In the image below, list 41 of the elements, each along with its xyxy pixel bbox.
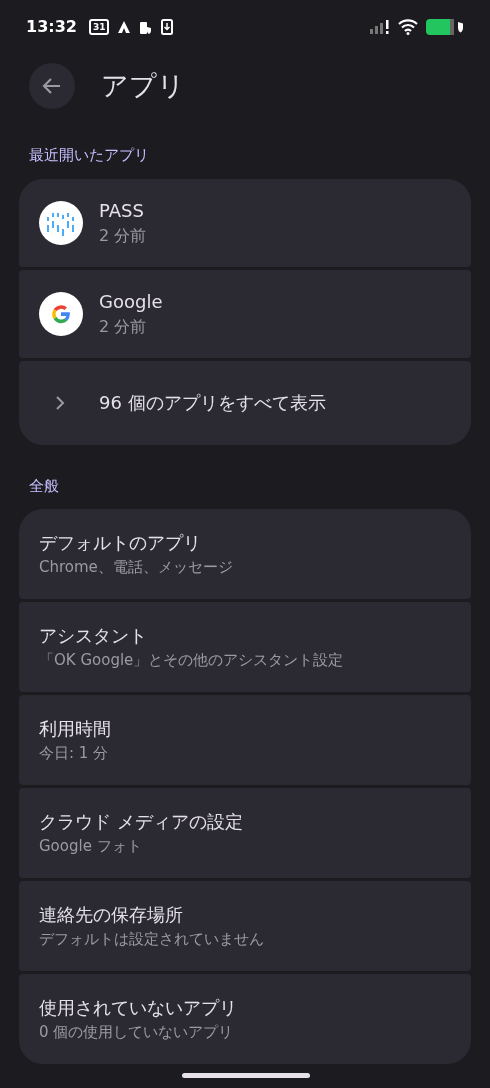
- settings-item[interactable]: アシスタント 「OK Google」とその他のアシスタント設定: [19, 602, 471, 692]
- setting-summary: 「OK Google」とその他のアシスタント設定: [39, 650, 344, 672]
- sound-wave-icon: [39, 200, 83, 245]
- setting-title: クラウド メディアの設定: [39, 810, 243, 835]
- wifi-icon: [398, 19, 418, 35]
- phone-download-icon: [161, 19, 174, 35]
- settings-item[interactable]: 利用時間 今日: 1 分: [19, 695, 471, 785]
- setting-summary: 今日: 1 分: [39, 743, 110, 765]
- setting-summary: Google フォト: [39, 836, 143, 858]
- battery-shield-icon: [139, 19, 154, 35]
- app-name: PASS: [99, 199, 145, 223]
- calendar-icon: 31: [88, 19, 110, 35]
- settings-item[interactable]: 使用されていないアプリ 0 個の使用していないアプリ: [19, 974, 471, 1064]
- setting-title: 利用時間: [39, 717, 111, 742]
- recent-app-item[interactable]: PASS 2 分前: [19, 178, 471, 267]
- setting-title: 連絡先の保存場所: [39, 903, 184, 928]
- settings-item[interactable]: 連絡先の保存場所 デフォルトは設定されていません: [19, 881, 471, 971]
- recent-app-item[interactable]: Google 2 分前: [19, 269, 471, 358]
- settings-item[interactable]: デフォルトのアプリ Chrome、電話、メッセージ: [19, 509, 471, 599]
- settings-item[interactable]: クラウド メディアの設定 Google フォト: [19, 788, 471, 878]
- setting-summary: Chrome、電話、メッセージ: [39, 557, 233, 579]
- signal-icon: [370, 20, 390, 34]
- app-last-used: 2 分前: [99, 316, 148, 338]
- see-all-apps-item[interactable]: 96 個のアプリをすべて表示: [19, 360, 471, 445]
- setting-summary: 0 個の使用していないアプリ: [39, 1022, 235, 1044]
- section-header: 最近開いたアプリ: [28, 145, 150, 166]
- page-title: アプリ: [101, 68, 185, 103]
- back-button[interactable]: [29, 63, 75, 109]
- setting-summary: デフォルトは設定されていません: [39, 929, 264, 951]
- status-time: 13:32: [26, 16, 77, 38]
- triangle-icon: [117, 20, 132, 34]
- section-header: 全般: [28, 475, 60, 497]
- setting-title: アシスタント: [39, 624, 148, 649]
- setting-title: 使用されていないアプリ: [39, 996, 237, 1021]
- battery-icon: [426, 18, 464, 36]
- chevron-right-icon: [53, 393, 67, 412]
- setting-title: デフォルトのアプリ: [39, 531, 202, 556]
- app-name: Google: [99, 290, 163, 314]
- google-g-icon: [39, 291, 83, 336]
- see-all-apps-label: 96 個のアプリをすべて表示: [99, 391, 326, 415]
- app-last-used: 2 分前: [99, 225, 147, 247]
